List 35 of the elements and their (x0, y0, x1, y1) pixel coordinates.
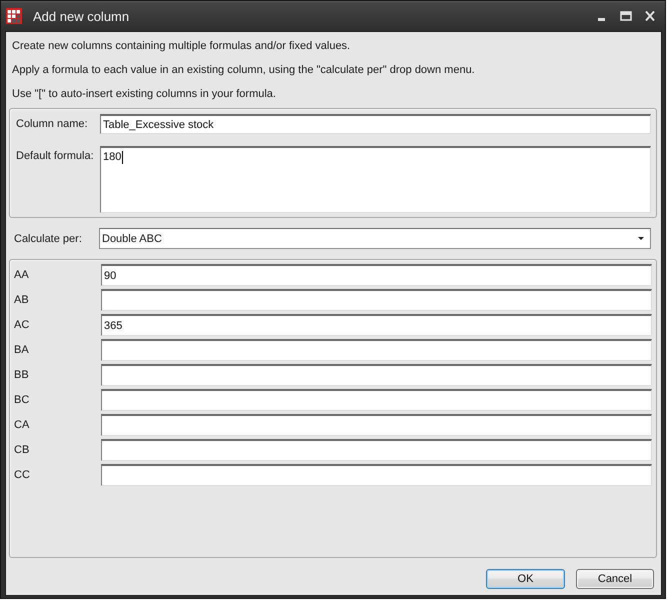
formula-field[interactable]: 180 (100, 146, 651, 213)
row-label: CA (14, 419, 30, 431)
row-label: BC (14, 394, 30, 406)
text-cursor-icon (122, 151, 124, 164)
row-label: CC (14, 469, 30, 481)
close-icon[interactable] (644, 11, 656, 21)
instruction-text: Create new columns containing multiple formulas and/or fixed values. (12, 39, 352, 54)
row-label: AA (14, 269, 29, 281)
table-grid-icon (6, 8, 22, 24)
value-field[interactable] (101, 364, 652, 386)
value-field[interactable]: 90 (101, 264, 652, 286)
cancel-button[interactable]: Cancel (576, 569, 654, 589)
calculate-per-dropdown[interactable]: Double ABC (99, 228, 651, 249)
column-name-field[interactable]: Table_Excessive stock (100, 114, 651, 134)
value-field[interactable] (101, 439, 652, 461)
value-field[interactable] (101, 339, 652, 361)
row-label: AC (14, 319, 30, 331)
row-label: BB (14, 369, 29, 381)
field-label: Default formula: (16, 149, 94, 162)
dropdown-arrow-icon (638, 237, 644, 240)
row-label: BA (14, 344, 29, 356)
value-field[interactable]: 365 (101, 314, 652, 336)
field-label: Column name: (16, 118, 88, 130)
field-label: Calculate per: (14, 232, 82, 244)
row-label: CB (14, 444, 30, 456)
window-title: Add new column (33, 8, 130, 24)
value-field[interactable] (101, 464, 652, 486)
instruction-text: Use "[" to auto-insert existing columns in your formula. (12, 87, 277, 102)
instruction-text: Apply a formula to each value in an existing column, using the "calculate per" drop down menu. (12, 63, 476, 78)
row-label: AB (14, 294, 29, 306)
value-field[interactable] (101, 289, 652, 311)
maximize-icon[interactable] (620, 11, 632, 21)
value-field[interactable] (101, 389, 652, 411)
ok-button[interactable]: OK (486, 569, 565, 589)
value-field[interactable] (101, 414, 652, 436)
